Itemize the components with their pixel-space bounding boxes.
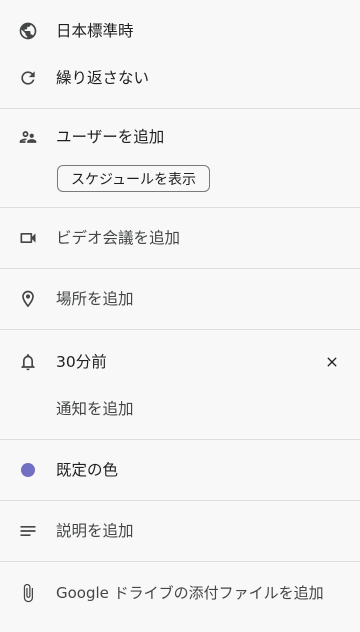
add-attachment-label: Google ドライブの添付ファイルを追加	[56, 584, 324, 602]
add-guests-row[interactable]: ユーザーを追加	[0, 126, 360, 148]
add-description-row[interactable]: 説明を追加	[0, 520, 360, 542]
paperclip-icon	[17, 582, 39, 604]
color-swatch	[17, 459, 39, 481]
notification-label: 30分前	[56, 353, 107, 371]
add-description-label: 説明を追加	[56, 522, 134, 540]
notes-icon	[17, 520, 39, 542]
add-video-conference-label: ビデオ会議を追加	[56, 229, 181, 247]
bell-icon	[17, 351, 39, 373]
add-attachment-row[interactable]: Google ドライブの添付ファイルを追加	[0, 582, 360, 604]
divider	[0, 329, 360, 330]
divider	[0, 108, 360, 109]
event-color-row[interactable]: 既定の色	[0, 459, 360, 481]
divider	[0, 439, 360, 440]
event-edit-screen: 日本標準時 繰り返さない ユーザーを追加 スケジュールを表示 ビデオ会議を追加 …	[0, 0, 360, 632]
event-color-label: 既定の色	[56, 461, 119, 479]
divider	[0, 500, 360, 501]
repeat-row[interactable]: 繰り返さない	[0, 67, 360, 89]
repeat-label: 繰り返さない	[56, 69, 150, 87]
add-location-row[interactable]: 場所を追加	[0, 288, 360, 310]
divider	[0, 268, 360, 269]
view-schedule-button[interactable]: スケジュールを表示	[57, 165, 210, 192]
globe-icon	[17, 20, 39, 42]
add-location-label: 場所を追加	[56, 290, 134, 308]
timezone-row[interactable]: 日本標準時	[0, 20, 360, 42]
color-dot	[21, 463, 35, 477]
repeat-icon	[17, 67, 39, 89]
location-pin-icon	[17, 288, 39, 310]
divider	[0, 561, 360, 562]
add-guests-label: ユーザーを追加	[56, 128, 165, 146]
add-notification-row[interactable]: 通知を追加	[0, 398, 360, 420]
add-video-conference-row[interactable]: ビデオ会議を追加	[0, 227, 360, 249]
videocam-icon	[17, 227, 39, 249]
add-notification-label: 通知を追加	[56, 400, 134, 418]
people-icon	[17, 126, 39, 148]
notification-row[interactable]: 30分前	[0, 351, 360, 373]
close-icon[interactable]	[320, 350, 344, 374]
divider	[0, 207, 360, 208]
timezone-label: 日本標準時	[56, 22, 134, 40]
